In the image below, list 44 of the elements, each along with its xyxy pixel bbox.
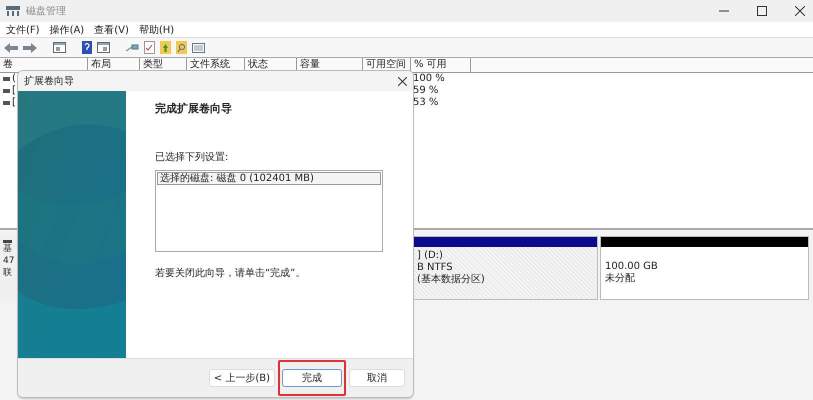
dialog-heading: 完成扩展卷向导 bbox=[155, 101, 233, 116]
table-cell-text: 100 % bbox=[412, 73, 445, 85]
list-icon[interactable] bbox=[192, 42, 205, 52]
connect-icon[interactable] bbox=[126, 42, 139, 52]
folder-search-icon[interactable] bbox=[176, 41, 187, 54]
disk-label: 基 bbox=[3, 244, 13, 255]
app-icon bbox=[6, 5, 20, 17]
table-cell: [ bbox=[12, 85, 16, 97]
dialog-button[interactable]: 取消 bbox=[349, 369, 405, 387]
dialog-title: 扩展卷向导 bbox=[24, 74, 74, 88]
volume-icon bbox=[3, 89, 10, 93]
menu-item[interactable]: 文件(F) bbox=[6, 22, 40, 36]
maximize-icon[interactable] bbox=[757, 6, 767, 16]
dialog-button[interactable]: 完成 bbox=[282, 369, 342, 387]
unallocated-block[interactable]: 100.00 GB 未分配 bbox=[600, 236, 809, 300]
help-icon[interactable] bbox=[82, 41, 92, 54]
menu-item[interactable]: 查看(V) bbox=[94, 22, 129, 36]
table-cell: [ bbox=[12, 97, 16, 109]
disk-label: 联 bbox=[3, 268, 13, 279]
dialog-button[interactable]: < 上一步(B) bbox=[208, 369, 275, 387]
partition-text: ] (D:) bbox=[417, 250, 444, 262]
partition-text: (基本数据分区) bbox=[417, 274, 486, 286]
panel-icon[interactable] bbox=[53, 42, 66, 53]
partition-text: 未分配 bbox=[605, 273, 636, 285]
disk-label: 47 bbox=[3, 256, 16, 267]
forward-arrow-icon[interactable] bbox=[23, 42, 37, 52]
volume-icon bbox=[3, 101, 10, 105]
list-item[interactable]: 选择的磁盘: 磁盘 0 (102401 MB) bbox=[157, 172, 381, 185]
close-icon[interactable] bbox=[795, 6, 805, 16]
window-title: 磁盘管理 bbox=[26, 5, 66, 18]
closing-note: 若要关闭此向导，请单击“完成”。 bbox=[155, 266, 306, 280]
table-cell: ( bbox=[12, 73, 16, 85]
back-arrow-icon[interactable] bbox=[4, 42, 18, 52]
close-icon[interactable] bbox=[398, 76, 407, 86]
table-cell-text: 59 % bbox=[412, 85, 438, 97]
partition-text: 100.00 GB bbox=[605, 261, 659, 272]
partition-text: B NTFS bbox=[417, 262, 454, 274]
checklist-icon[interactable] bbox=[144, 41, 155, 54]
list-label: 已选择下列设置: bbox=[155, 150, 230, 164]
menu-item[interactable]: 帮助(H) bbox=[138, 22, 174, 36]
volume-icon bbox=[3, 77, 10, 81]
panel-icon[interactable] bbox=[97, 42, 110, 53]
menu-item[interactable]: 操作(A) bbox=[50, 22, 84, 36]
table-cell-text: 53 % bbox=[412, 97, 438, 109]
